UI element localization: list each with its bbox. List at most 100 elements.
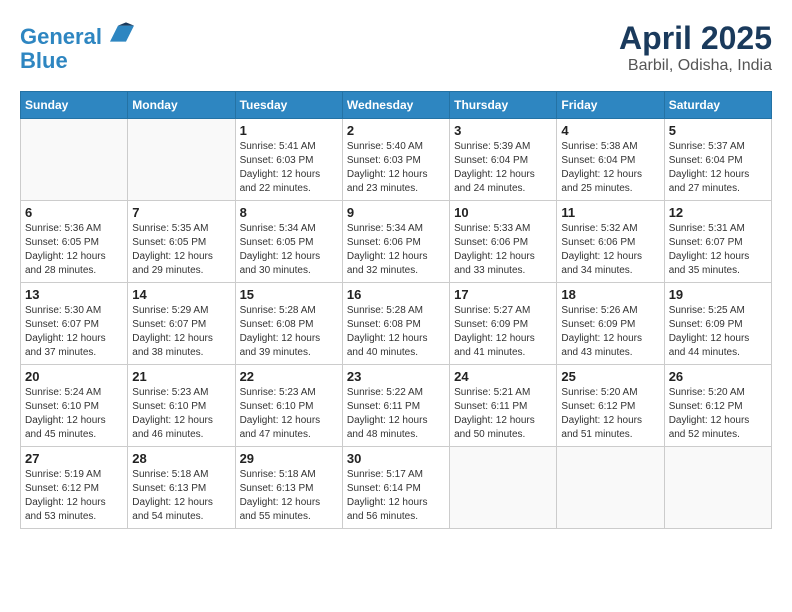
day-info: Sunrise: 5:17 AMSunset: 6:14 PMDaylight:… — [347, 468, 445, 524]
calendar-cell: 28 Sunrise: 5:18 AMSunset: 6:13 PMDayligh… — [128, 447, 235, 529]
calendar-week-1: 1Sunrise: 5:41 AMSunset: 6:03 PMDaylight… — [21, 119, 772, 201]
day-info: Sunrise: 5:39 AMSunset: 6:04 PMDaylight:… — [454, 140, 552, 196]
day-number: 28 — [132, 451, 230, 466]
calendar-cell: 18 Sunrise: 5:26 AMSunset: 6:09 PMDayligh… — [557, 283, 664, 365]
day-info: Sunrise: 5:19 AMSunset: 6:12 PMDaylight:… — [25, 468, 123, 524]
day-number: 13 — [25, 287, 123, 302]
weekday-header-row: Sunday Monday Tuesday Wednesday Thursday… — [21, 92, 772, 119]
header-friday: Friday — [557, 92, 664, 119]
calendar-table: Sunday Monday Tuesday Wednesday Thursday… — [20, 91, 772, 529]
day-info: Sunrise: 5:20 AMSunset: 6:12 PMDaylight:… — [669, 386, 767, 442]
day-info: Sunrise: 5:23 AMSunset: 6:10 PMDaylight:… — [132, 386, 230, 442]
logo-general: General — [20, 24, 102, 49]
day-info: Sunrise: 5:30 AMSunset: 6:07 PMDaylight:… — [25, 304, 123, 360]
day-info: Sunrise: 5:24 AMSunset: 6:10 PMDaylight:… — [25, 386, 123, 442]
calendar-cell: 4Sunrise: 5:38 AMSunset: 6:04 PMDaylight… — [557, 119, 664, 201]
day-number: 5 — [669, 123, 767, 138]
day-number: 18 — [561, 287, 659, 302]
day-number: 20 — [25, 369, 123, 384]
calendar-week-3: 13 Sunrise: 5:30 AMSunset: 6:07 PMDayligh… — [21, 283, 772, 365]
day-number: 22 — [240, 369, 338, 384]
day-number: 7 — [132, 205, 230, 220]
day-info: Sunrise: 5:28 AMSunset: 6:08 PMDaylight:… — [347, 304, 445, 360]
calendar-cell: 1Sunrise: 5:41 AMSunset: 6:03 PMDaylight… — [235, 119, 342, 201]
day-info: Sunrise: 5:35 AMSunset: 6:05 PMDaylight:… — [132, 222, 230, 278]
calendar-cell: 20 Sunrise: 5:24 AMSunset: 6:10 PMDayligh… — [21, 365, 128, 447]
calendar-cell: 16 Sunrise: 5:28 AMSunset: 6:08 PMDayligh… — [342, 283, 449, 365]
calendar-cell: 14Sunrise: 5:29 AMSunset: 6:07 PMDayligh… — [128, 283, 235, 365]
day-info: Sunrise: 5:18 AMSunset: 6:13 PMDaylight:… — [240, 468, 338, 524]
day-info: Sunrise: 5:29 AMSunset: 6:07 PMDaylight:… — [132, 304, 230, 360]
calendar-cell: 26 Sunrise: 5:20 AMSunset: 6:12 PMDayligh… — [664, 365, 771, 447]
calendar-cell — [450, 447, 557, 529]
day-number: 23 — [347, 369, 445, 384]
day-number: 1 — [240, 123, 338, 138]
calendar-cell: 7 Sunrise: 5:35 AMSunset: 6:05 PMDaylight… — [128, 201, 235, 283]
calendar-cell — [664, 447, 771, 529]
day-info: Sunrise: 5:36 AMSunset: 6:05 PMDaylight:… — [25, 222, 123, 278]
day-number: 4 — [561, 123, 659, 138]
header-sunday: Sunday — [21, 92, 128, 119]
day-info: Sunrise: 5:26 AMSunset: 6:09 PMDaylight:… — [561, 304, 659, 360]
day-number: 11 — [561, 205, 659, 220]
calendar-cell: 21 Sunrise: 5:23 AMSunset: 6:10 PMDayligh… — [128, 365, 235, 447]
day-info: Sunrise: 5:23 AMSunset: 6:10 PMDaylight:… — [240, 386, 338, 442]
calendar-cell: 10Sunrise: 5:33 AMSunset: 6:06 PMDayligh… — [450, 201, 557, 283]
calendar-cell: 2 Sunrise: 5:40 AMSunset: 6:03 PMDaylight… — [342, 119, 449, 201]
header-saturday: Saturday — [664, 92, 771, 119]
header-wednesday: Wednesday — [342, 92, 449, 119]
day-info: Sunrise: 5:31 AMSunset: 6:07 PMDaylight:… — [669, 222, 767, 278]
page-header: General Blue April 2025 Barbil, Odisha, … — [20, 20, 772, 75]
day-number: 26 — [669, 369, 767, 384]
calendar-cell: 15 Sunrise: 5:28 AMSunset: 6:08 PMDayligh… — [235, 283, 342, 365]
day-info: Sunrise: 5:40 AMSunset: 6:03 PMDaylight:… — [347, 140, 445, 196]
day-info: Sunrise: 5:21 AMSunset: 6:11 PMDaylight:… — [454, 386, 552, 442]
day-info: Sunrise: 5:37 AMSunset: 6:04 PMDaylight:… — [669, 140, 767, 196]
day-number: 24 — [454, 369, 552, 384]
day-number: 19 — [669, 287, 767, 302]
day-number: 27 — [25, 451, 123, 466]
calendar-subtitle: Barbil, Odisha, India — [619, 57, 772, 75]
day-number: 16 — [347, 287, 445, 302]
calendar-cell — [128, 119, 235, 201]
calendar-week-4: 20 Sunrise: 5:24 AMSunset: 6:10 PMDayligh… — [21, 365, 772, 447]
calendar-cell: 3 Sunrise: 5:39 AMSunset: 6:04 PMDaylight… — [450, 119, 557, 201]
calendar-cell: 30 Sunrise: 5:17 AMSunset: 6:14 PMDayligh… — [342, 447, 449, 529]
day-number: 9 — [347, 205, 445, 220]
day-info: Sunrise: 5:34 AMSunset: 6:05 PMDaylight:… — [240, 222, 338, 278]
logo-icon — [110, 20, 134, 44]
day-info: Sunrise: 5:18 AMSunset: 6:13 PMDaylight:… — [132, 468, 230, 524]
calendar-cell — [21, 119, 128, 201]
calendar-cell: 25Sunrise: 5:20 AMSunset: 6:12 PMDayligh… — [557, 365, 664, 447]
calendar-cell: 23 Sunrise: 5:22 AMSunset: 6:11 PMDayligh… — [342, 365, 449, 447]
calendar-cell: 22 Sunrise: 5:23 AMSunset: 6:10 PMDayligh… — [235, 365, 342, 447]
day-info: Sunrise: 5:33 AMSunset: 6:06 PMDaylight:… — [454, 222, 552, 278]
day-number: 25 — [561, 369, 659, 384]
calendar-week-5: 27 Sunrise: 5:19 AMSunset: 6:12 PMDayligh… — [21, 447, 772, 529]
day-number: 15 — [240, 287, 338, 302]
calendar-cell: 24 Sunrise: 5:21 AMSunset: 6:11 PMDayligh… — [450, 365, 557, 447]
day-number: 21 — [132, 369, 230, 384]
day-number: 30 — [347, 451, 445, 466]
day-number: 2 — [347, 123, 445, 138]
day-number: 3 — [454, 123, 552, 138]
calendar-cell: 27 Sunrise: 5:19 AMSunset: 6:12 PMDayligh… — [21, 447, 128, 529]
calendar-cell: 17Sunrise: 5:27 AMSunset: 6:09 PMDayligh… — [450, 283, 557, 365]
calendar-cell: 13 Sunrise: 5:30 AMSunset: 6:07 PMDayligh… — [21, 283, 128, 365]
header-tuesday: Tuesday — [235, 92, 342, 119]
day-info: Sunrise: 5:28 AMSunset: 6:08 PMDaylight:… — [240, 304, 338, 360]
day-info: Sunrise: 5:34 AMSunset: 6:06 PMDaylight:… — [347, 222, 445, 278]
calendar-cell — [557, 447, 664, 529]
day-info: Sunrise: 5:27 AMSunset: 6:09 PMDaylight:… — [454, 304, 552, 360]
day-number: 8 — [240, 205, 338, 220]
calendar-cell: 11Sunrise: 5:32 AMSunset: 6:06 PMDayligh… — [557, 201, 664, 283]
header-monday: Monday — [128, 92, 235, 119]
logo: General Blue — [20, 20, 134, 73]
day-info: Sunrise: 5:25 AMSunset: 6:09 PMDaylight:… — [669, 304, 767, 360]
calendar-cell: 6Sunrise: 5:36 AMSunset: 6:05 PMDaylight… — [21, 201, 128, 283]
title-block: April 2025 Barbil, Odisha, India — [619, 20, 772, 75]
calendar-cell: 9 Sunrise: 5:34 AMSunset: 6:06 PMDaylight… — [342, 201, 449, 283]
calendar-title: April 2025 — [619, 20, 772, 57]
day-info: Sunrise: 5:22 AMSunset: 6:11 PMDaylight:… — [347, 386, 445, 442]
calendar-cell: 5 Sunrise: 5:37 AMSunset: 6:04 PMDaylight… — [664, 119, 771, 201]
